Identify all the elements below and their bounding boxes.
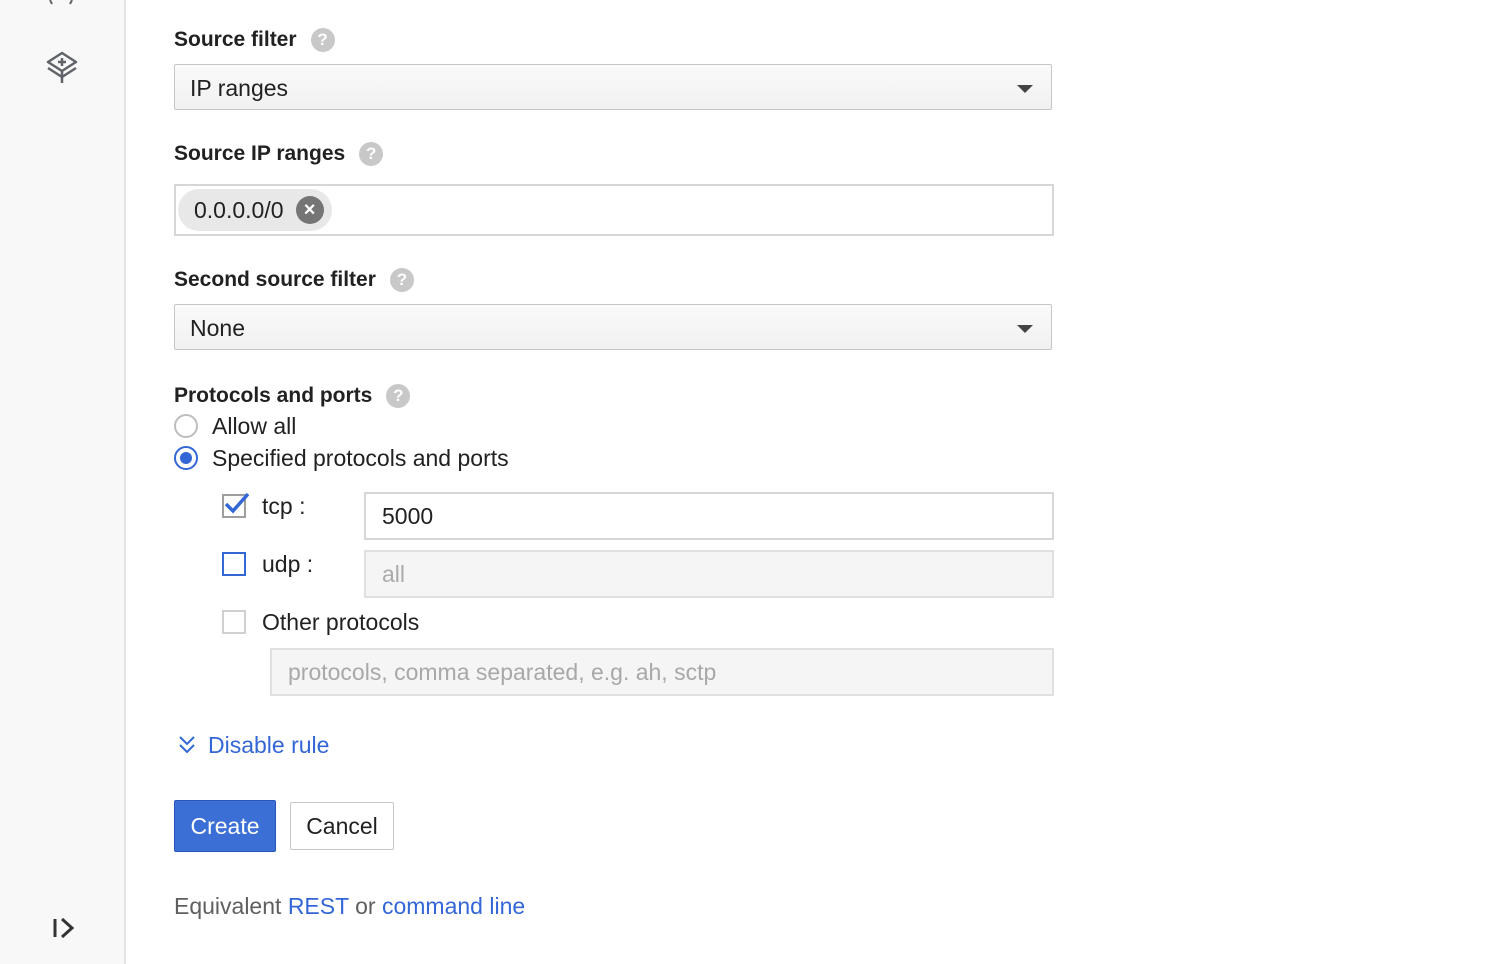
other-protocols-input[interactable]: protocols, comma separated, e.g. ah, sct… — [270, 648, 1054, 696]
create-button[interactable]: Create — [174, 800, 276, 852]
second-source-filter-select[interactable]: None — [174, 304, 1052, 350]
source-filter-text: Source filter — [174, 28, 297, 51]
checkmark-icon — [224, 492, 250, 514]
rest-link[interactable]: REST — [288, 893, 349, 919]
radio-specified-protocols[interactable]: Specified protocols and ports — [174, 444, 509, 472]
radio-label: Allow all — [212, 412, 297, 439]
disable-rule-label: Disable rule — [208, 731, 330, 758]
partial-icon — [49, 0, 73, 5]
disable-rule-toggle[interactable]: Disable rule — [176, 730, 329, 760]
deployment-manager-icon[interactable] — [44, 50, 80, 86]
equivalent-links: Equivalent REST or command line — [174, 893, 525, 920]
ip-range-chip: 0.0.0.0/0 × — [178, 189, 332, 231]
protocols-text: Protocols and ports — [174, 384, 373, 407]
second-source-filter-text: Second source filter — [174, 268, 376, 291]
footer-prefix: Equivalent — [174, 893, 282, 919]
other-protocols-label: Other protocols — [262, 609, 420, 635]
expand-rail-icon[interactable] — [50, 914, 78, 942]
command-line-link[interactable]: command line — [382, 893, 525, 919]
cancel-button[interactable]: Cancel — [290, 802, 394, 850]
radio-label: Specified protocols and ports — [212, 444, 509, 471]
tcp-label: tcp : — [262, 493, 306, 519]
udp-ports-input[interactable]: all — [364, 550, 1054, 598]
other-protocols-checkbox[interactable] — [222, 610, 246, 634]
second-source-filter-label: Second source filter ? — [174, 265, 414, 295]
help-icon[interactable]: ? — [389, 268, 414, 292]
double-chevron-down-icon — [179, 736, 195, 754]
footer-or: or — [355, 893, 376, 919]
help-icon[interactable]: ? — [386, 384, 411, 408]
tcp-ports-input[interactable]: 5000 — [364, 492, 1054, 540]
source-ip-ranges-input[interactable]: 0.0.0.0/0 × — [174, 184, 1054, 236]
radio-button[interactable] — [174, 414, 198, 438]
udp-label: udp : — [262, 551, 314, 577]
radio-button-selected[interactable] — [174, 446, 198, 470]
source-ip-ranges-label: Source IP ranges ? — [174, 139, 384, 169]
chip-label: 0.0.0.0/0 — [194, 196, 284, 223]
source-filter-select[interactable]: IP ranges — [174, 64, 1052, 110]
source-filter-value: IP ranges — [190, 75, 289, 101]
dropdown-arrow-icon — [1017, 325, 1033, 333]
remove-chip-icon[interactable]: × — [295, 196, 324, 224]
protocols-label: Protocols and ports ? — [174, 381, 411, 411]
radio-allow-all[interactable]: Allow all — [174, 412, 296, 440]
source-ip-ranges-text: Source IP ranges — [174, 142, 346, 165]
second-source-filter-value: None — [190, 315, 245, 341]
dropdown-arrow-icon — [1017, 85, 1033, 93]
tcp-checkbox[interactable] — [222, 492, 250, 518]
help-icon[interactable]: ? — [310, 28, 335, 52]
help-icon[interactable]: ? — [359, 142, 384, 166]
udp-checkbox[interactable] — [222, 552, 246, 576]
left-rail — [0, 0, 126, 964]
source-filter-label: Source filter ? — [174, 25, 335, 55]
